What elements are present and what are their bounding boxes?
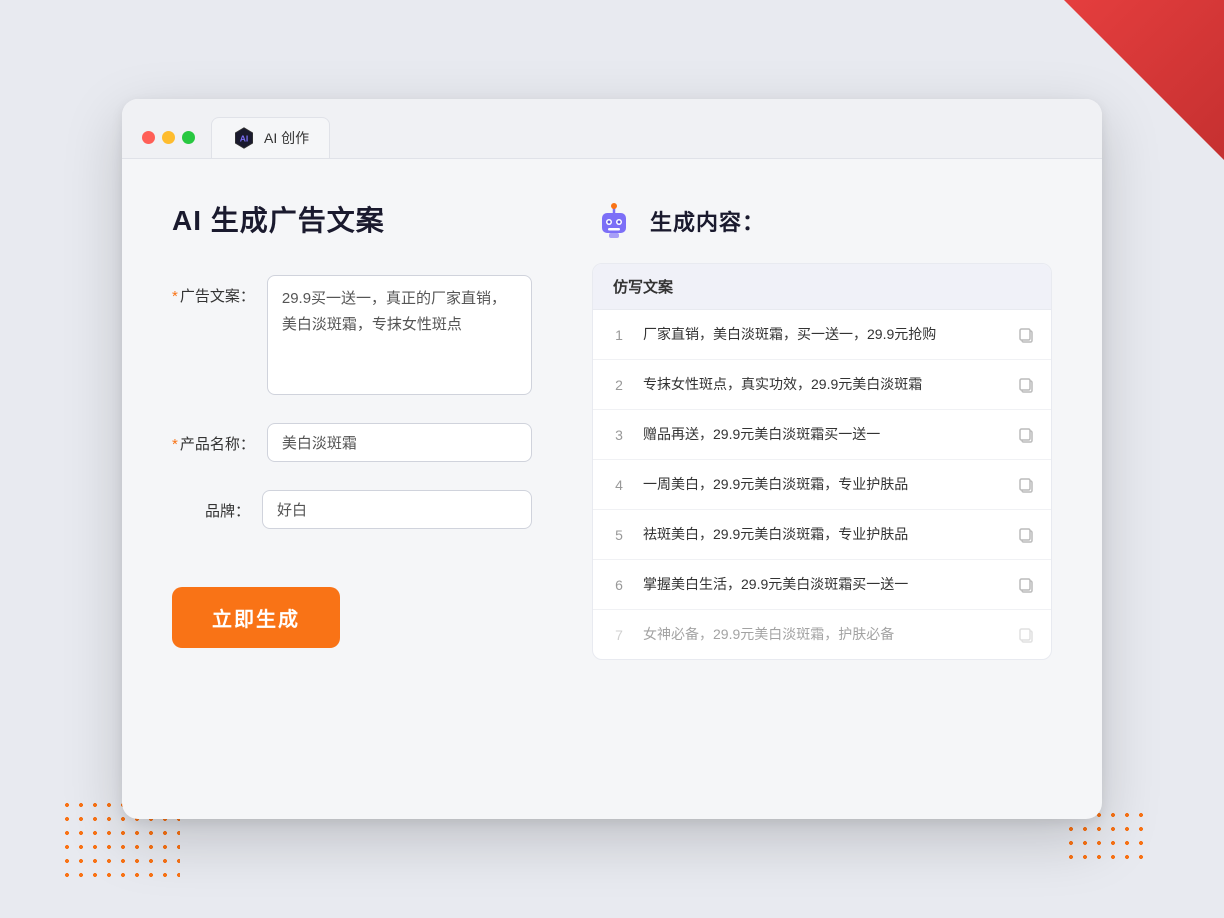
ad-copy-group: *广告文案： 29.9买一送一，真正的厂家直销，美白淡斑霜，专抹女性斑点	[172, 275, 532, 395]
table-row: 7 女神必备，29.9元美白淡斑霜，护肤必备	[593, 610, 1051, 659]
table-row: 6 掌握美白生活，29.9元美白淡斑霜买一送一	[593, 560, 1051, 610]
brand-label: 品牌：	[172, 490, 262, 521]
minimize-button[interactable]	[162, 131, 175, 144]
table-row: 3 赠品再送，29.9元美白淡斑霜买一送一	[593, 410, 1051, 460]
table-header: 仿写文案	[593, 264, 1051, 310]
product-name-label: *产品名称：	[172, 423, 267, 454]
maximize-button[interactable]	[182, 131, 195, 144]
row-number: 7	[609, 627, 629, 643]
page-title: AI 生成广告文案	[172, 199, 532, 239]
ai-logo-icon: AI	[232, 126, 256, 150]
row-text: 专抹女性斑点，真实功效，29.9元美白淡斑霜	[643, 374, 1003, 395]
brand-group: 品牌：	[172, 490, 532, 529]
main-content: AI 生成广告文案 *广告文案： 29.9买一送一，真正的厂家直销，美白淡斑霜，…	[122, 159, 1102, 819]
row-text: 一周美白，29.9元美白淡斑霜，专业护肤品	[643, 474, 1003, 495]
copy-icon[interactable]	[1017, 626, 1035, 644]
row-number: 5	[609, 527, 629, 543]
row-text: 掌握美白生活，29.9元美白淡斑霜买一送一	[643, 574, 1003, 595]
row-number: 2	[609, 377, 629, 393]
row-number: 6	[609, 577, 629, 593]
right-header: 生成内容：	[592, 199, 1052, 243]
left-panel: AI 生成广告文案 *广告文案： 29.9买一送一，真正的厂家直销，美白淡斑霜，…	[172, 199, 532, 779]
row-text: 赠品再送，29.9元美白淡斑霜买一送一	[643, 424, 1003, 445]
row-number: 4	[609, 477, 629, 493]
table-row: 5 祛斑美白，29.9元美白淡斑霜，专业护肤品	[593, 510, 1051, 560]
right-title: 生成内容：	[650, 205, 765, 237]
table-row: 1 厂家直销，美白淡斑霜，买一送一，29.9元抢购	[593, 310, 1051, 360]
svg-text:AI: AI	[240, 133, 249, 143]
ai-tab[interactable]: AI AI 创作	[211, 117, 330, 158]
tab-label: AI 创作	[264, 128, 309, 148]
row-text: 祛斑美白，29.9元美白淡斑霜，专业护肤品	[643, 524, 1003, 545]
product-name-group: *产品名称：	[172, 423, 532, 462]
ad-copy-required: *	[172, 288, 178, 305]
ad-copy-input[interactable]: 29.9买一送一，真正的厂家直销，美白淡斑霜，专抹女性斑点	[267, 275, 532, 395]
copy-icon[interactable]	[1017, 426, 1035, 444]
copy-icon[interactable]	[1017, 576, 1035, 594]
results-table: 仿写文案 1 厂家直销，美白淡斑霜，买一送一，29.9元抢购 2 专抹女性斑点，真实…	[592, 263, 1052, 660]
traffic-lights	[142, 131, 195, 158]
row-number: 3	[609, 427, 629, 443]
title-bar: AI AI 创作	[122, 99, 1102, 159]
copy-icon[interactable]	[1017, 476, 1035, 494]
copy-icon[interactable]	[1017, 526, 1035, 544]
ad-copy-label: *广告文案：	[172, 275, 267, 306]
row-text: 女神必备，29.9元美白淡斑霜，护肤必备	[643, 624, 1003, 645]
row-text: 厂家直销，美白淡斑霜，买一送一，29.9元抢购	[643, 324, 1003, 345]
robot-icon	[592, 199, 636, 243]
copy-icon[interactable]	[1017, 376, 1035, 394]
brand-input[interactable]	[262, 490, 532, 529]
table-row: 2 专抹女性斑点，真实功效，29.9元美白淡斑霜	[593, 360, 1051, 410]
browser-window: AI AI 创作 AI 生成广告文案 *广告文案： 29.9买一送一，真正的厂家…	[122, 99, 1102, 819]
product-name-input[interactable]	[267, 423, 532, 462]
product-name-required: *	[172, 436, 178, 453]
close-button[interactable]	[142, 131, 155, 144]
generate-button[interactable]: 立即生成	[172, 587, 340, 648]
results-rows: 1 厂家直销，美白淡斑霜，买一送一，29.9元抢购 2 专抹女性斑点，真实功效，29…	[593, 310, 1051, 659]
right-panel: 生成内容： 仿写文案 1 厂家直销，美白淡斑霜，买一送一，29.9元抢购 2 专抹女…	[592, 199, 1052, 779]
copy-icon[interactable]	[1017, 326, 1035, 344]
row-number: 1	[609, 327, 629, 343]
table-row: 4 一周美白，29.9元美白淡斑霜，专业护肤品	[593, 460, 1051, 510]
